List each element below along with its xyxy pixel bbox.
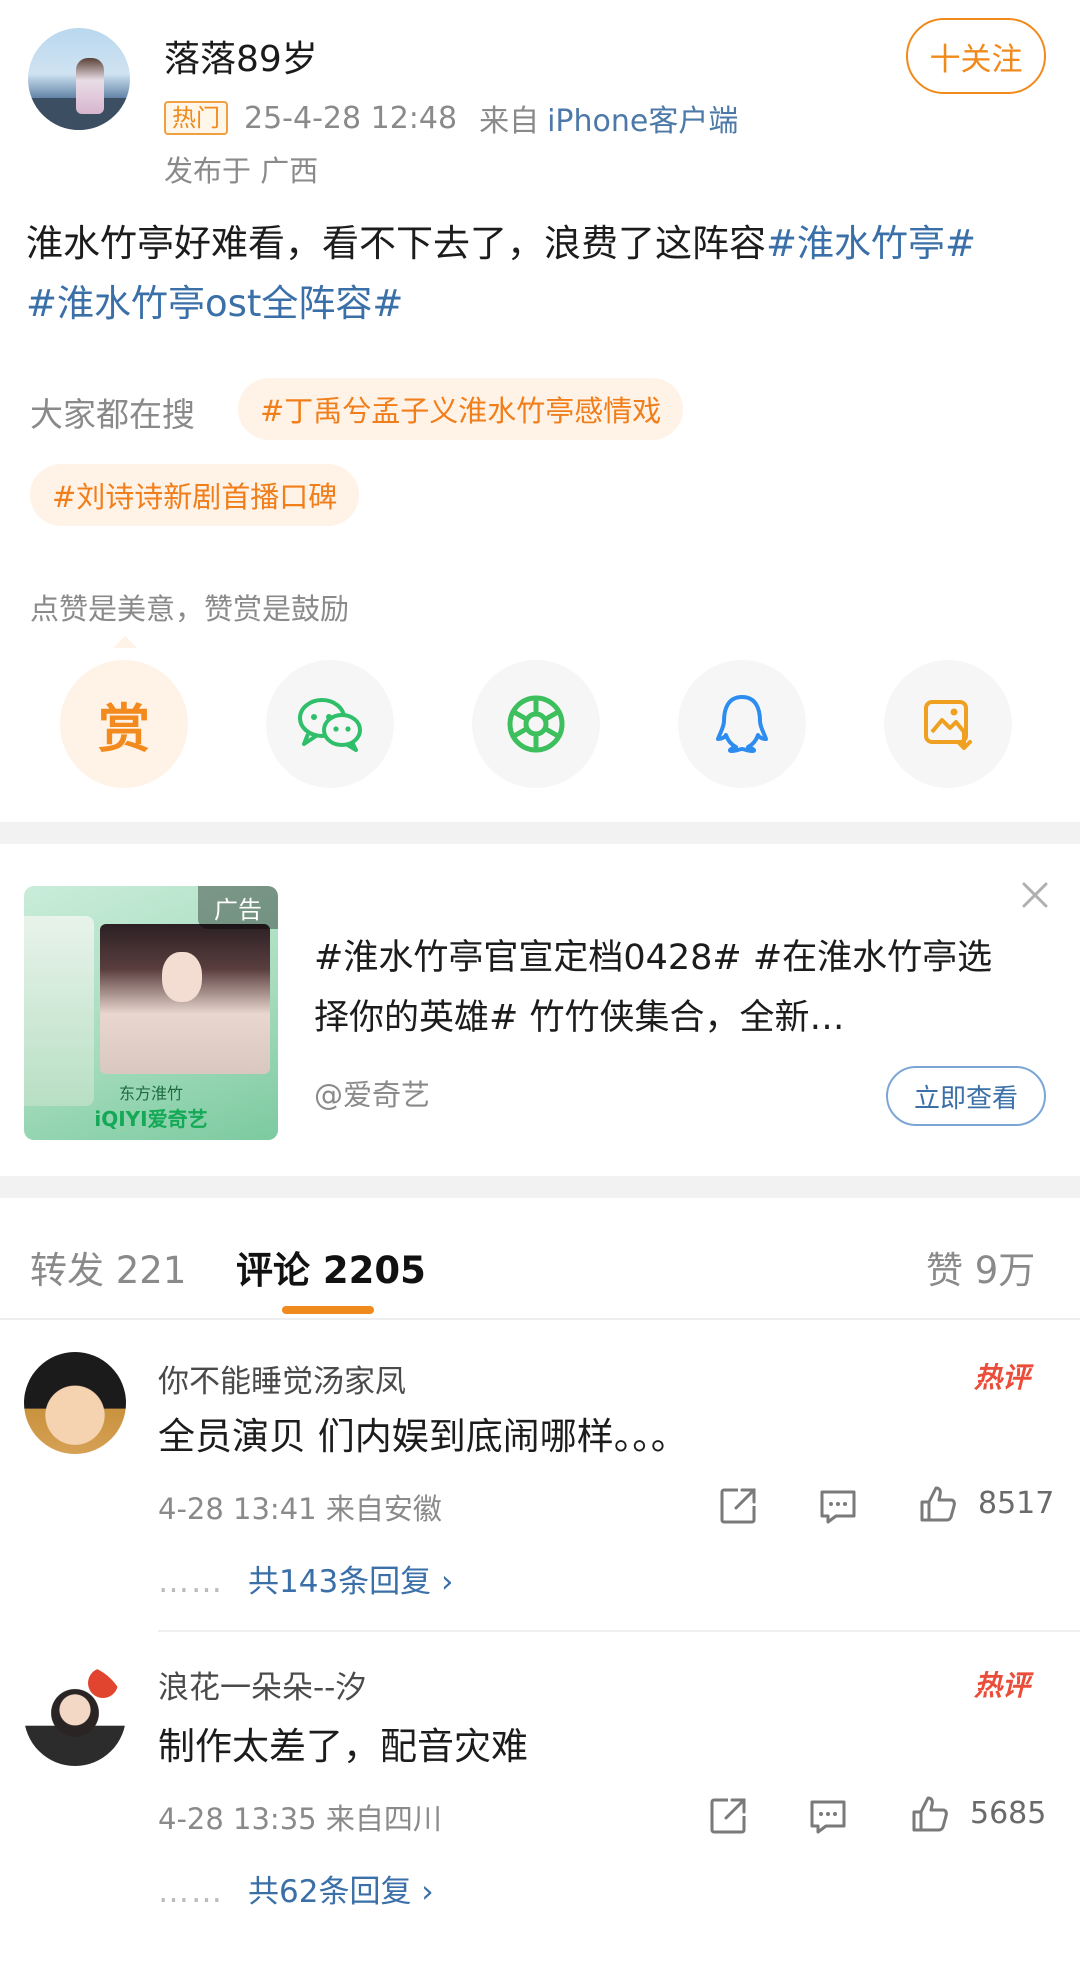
reply-icon[interactable]: [816, 1484, 860, 1528]
interaction-tabs: 转发 221 评论 2205 赞 9万: [0, 1200, 1080, 1320]
share-icon[interactable]: [716, 1484, 760, 1528]
post-location: 发布于 广西: [164, 154, 319, 188]
author-avatar[interactable]: [28, 28, 130, 130]
share-row: 赏: [0, 660, 1080, 790]
avatar-flower: [88, 1668, 118, 1698]
share-icon[interactable]: [706, 1794, 750, 1838]
commenter-name[interactable]: 浪花一朵朵--汐: [158, 1662, 366, 1707]
wechat-icon: [298, 698, 362, 752]
reward-icon: 赏: [97, 699, 150, 760]
post-source-prefix: 来自: [479, 104, 540, 139]
post-meta: 热门 25-4-28 12:48 来自 iPhone客户端: [164, 96, 738, 140]
hashtag-link[interactable]: #淮水竹亭#: [766, 222, 976, 265]
comment-item: 你不能睡觉汤家凤 热评 全员演贝 们内娱到底闹哪样。。。 4-28 13:41 …: [0, 1320, 1080, 1620]
trending-search-label: 大家都在搜: [30, 395, 195, 434]
trending-search-chip[interactable]: #刘诗诗新剧首播口碑: [30, 464, 360, 526]
ad-photo-face: [162, 952, 202, 1002]
reward-caption: 点赞是美意，赞赏是鼓励: [30, 592, 350, 626]
save-image-icon: [924, 700, 972, 750]
view-replies-link[interactable]: …… 共143条回复 ›: [158, 1556, 453, 1601]
moments-icon: [507, 695, 565, 753]
tab-likes[interactable]: 赞 9万: [926, 1240, 1035, 1294]
replies-dots: ……: [158, 1874, 224, 1910]
replies-count[interactable]: 共143条回复 ›: [248, 1564, 453, 1600]
hashtag-link[interactable]: #淮水竹亭ost全阵容#: [26, 282, 403, 325]
ad-image-caption: 东方淮竹: [118, 1084, 183, 1103]
share-wechat-button[interactable]: [266, 660, 394, 788]
post-time: 25-4-28 12:48: [244, 100, 458, 136]
view-replies-link[interactable]: …… 共62条回复 ›: [158, 1866, 434, 1911]
follow-button[interactable]: 十关注: [906, 18, 1046, 94]
qq-icon: [716, 695, 768, 753]
reply-icon[interactable]: [806, 1794, 850, 1838]
hot-comment-badge: 热评: [974, 1669, 1031, 1702]
tab-repost[interactable]: 转发 221: [30, 1240, 186, 1294]
like-count: 8517: [978, 1486, 1055, 1521]
ad-image-side: [24, 916, 94, 1106]
caption-pointer: [112, 634, 140, 648]
avatar-figure: [76, 58, 104, 114]
reward-button[interactable]: 赏: [60, 660, 188, 788]
ad-photo: [100, 924, 270, 1074]
like-icon[interactable]: [908, 1792, 952, 1836]
commenter-avatar[interactable]: [24, 1664, 126, 1766]
post-text: 淮水竹亭好难看，看不下去了，浪费了这阵容: [26, 222, 766, 265]
commenter-name[interactable]: 你不能睡觉汤家凤: [158, 1356, 406, 1401]
commenter-avatar[interactable]: [24, 1352, 126, 1454]
replies-count[interactable]: 共62条回复 ›: [248, 1874, 434, 1910]
iqiyi-logo: iQIYI爱奇艺: [94, 1107, 208, 1131]
replies-dots: ……: [158, 1564, 224, 1600]
section-divider: [0, 1176, 1080, 1198]
trending-search-chip[interactable]: #丁禹兮孟子义淮水竹亭感情戏: [238, 378, 684, 440]
share-qq-button[interactable]: [678, 660, 806, 788]
comment-time: 4-28 13:35 来自四川: [158, 1802, 442, 1836]
post-body: 淮水竹亭好难看，看不下去了，浪费了这阵容#淮水竹亭# #淮水竹亭ost全阵容#: [26, 214, 1056, 334]
tab-comments[interactable]: 评论 2205: [236, 1240, 426, 1294]
like-count: 5685: [970, 1796, 1047, 1831]
ad-title[interactable]: #淮水竹亭官宣定档0428# #在淮水竹亭选择你的英雄# 竹竹侠集合，全新…: [314, 928, 1014, 1048]
like-icon[interactable]: [916, 1482, 960, 1526]
save-image-button[interactable]: [884, 660, 1012, 788]
ad-cta-button[interactable]: 立即查看: [886, 1066, 1046, 1126]
comment-item: 浪花一朵朵--汐 热评 制作太差了，配音灾难 4-28 13:35 来自四川 5…: [0, 1632, 1080, 1932]
comment-time: 4-28 13:41 来自安徽: [158, 1492, 442, 1526]
ad-badge: 广告: [198, 886, 278, 929]
comment-text[interactable]: 全员演贝 们内娱到底闹哪样。。。: [158, 1406, 688, 1460]
share-moments-button[interactable]: [472, 660, 600, 788]
author-username[interactable]: 落落89岁: [164, 30, 318, 82]
active-tab-indicator: [282, 1306, 374, 1314]
comment-text[interactable]: 制作太差了，配音灾难: [158, 1716, 528, 1770]
post-source-app[interactable]: iPhone客户端: [547, 96, 738, 140]
hot-comment-badge: 热评: [974, 1361, 1031, 1394]
ad-source[interactable]: @爱奇艺: [314, 1072, 430, 1114]
section-divider: [0, 822, 1080, 844]
ad-image[interactable]: 广告 东方淮竹 iQIYI爱奇艺: [24, 886, 278, 1140]
ad-card[interactable]: 广告 东方淮竹 iQIYI爱奇艺 #淮水竹亭官宣定档0428# #在淮水竹亭选择…: [0, 846, 1080, 1176]
post-header: 落落89岁 热门 25-4-28 12:48 来自 iPhone客户端 发布于 …: [0, 0, 1080, 200]
hot-badge: 热门: [164, 101, 228, 135]
close-icon[interactable]: [1018, 878, 1052, 912]
